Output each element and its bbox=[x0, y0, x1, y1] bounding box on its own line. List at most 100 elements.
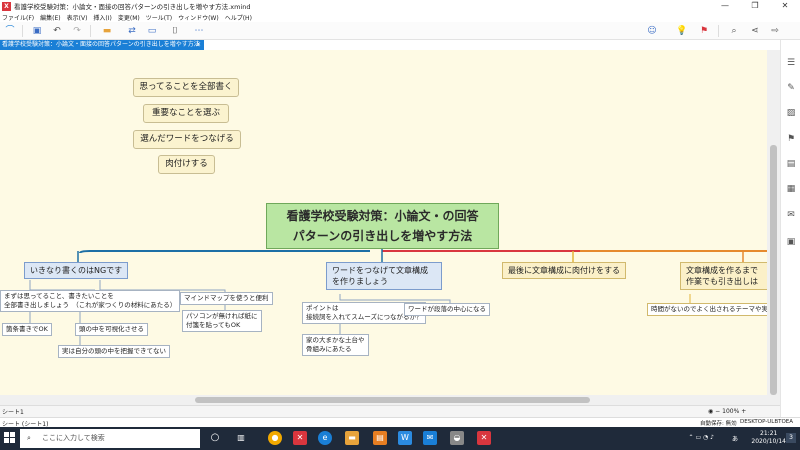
chrome-icon[interactable]: ● bbox=[268, 431, 282, 445]
app-icon-orange[interactable]: ▤ bbox=[373, 431, 387, 445]
branch-topic-flesh-out[interactable]: 最後に文章構成に肉付けをする bbox=[502, 262, 626, 279]
subtopic-bullet-points[interactable]: 箇条書きでOK bbox=[2, 323, 52, 336]
xmind-active-icon[interactable]: ✕ bbox=[477, 431, 491, 445]
subtopic-mindmap-convenient[interactable]: マインドマップを使うと便利 bbox=[180, 292, 273, 305]
tray-icons[interactable]: ⌃ ▭ ◔ ♪ bbox=[689, 434, 714, 441]
flag-icon[interactable]: ⚑ bbox=[697, 24, 711, 38]
boundary-icon[interactable]: ▭ bbox=[145, 24, 159, 38]
subtopic-line1: まずは思ってること、書きたいことを bbox=[4, 292, 114, 300]
menu-insert[interactable]: 挿入(I) bbox=[93, 13, 111, 22]
computer-name: DESKTOP-ULBTOEA bbox=[740, 419, 794, 425]
relationship-icon[interactable]: ⇄ bbox=[125, 24, 139, 38]
clock-date: 2020/10/14 bbox=[751, 438, 786, 445]
subtopic-visualize[interactable]: 頭の中を可視化させる bbox=[75, 323, 148, 336]
menu-view[interactable]: 表示(V) bbox=[67, 13, 88, 22]
notification-badge[interactable]: 3 bbox=[786, 433, 796, 443]
toolbar: ⌒ ▣ ↶ ↷ ▬ ⇄ ▭ ⌷ ⋯ ☺ 💡 ⚑ ⌕ ⋖ ⇨ bbox=[0, 22, 800, 40]
floating-topic[interactable]: 選んだワードをつなげる bbox=[133, 130, 241, 149]
marker-icon[interactable]: ☺ bbox=[645, 24, 659, 38]
format-icon[interactable]: ✎ bbox=[785, 82, 797, 94]
taskbar-search[interactable]: ⌕ ここに入力して検索 bbox=[20, 429, 200, 448]
subtopic-foundation[interactable]: 家の大まかな土台や 骨組みにあたる bbox=[302, 334, 369, 356]
branch-topic-until-structure[interactable]: 文章構成を作るまで 作業でも引き出しは bbox=[680, 262, 767, 290]
clock-time: 21:21 bbox=[760, 430, 778, 437]
mindmap-icon[interactable]: ⌒ bbox=[3, 24, 17, 38]
tab-strip: 看護学校受験対策：小論文・面接の回答パターンの引き出しを増やす方法 ✕ bbox=[0, 40, 780, 50]
branch-label-line1: ワードをつなげて文章構成 bbox=[332, 266, 428, 275]
central-topic[interactable]: 看護学校受験対策：小論文・の回答 パターンの引き出しを増やす方法 bbox=[266, 203, 499, 249]
subtopic-line1: 家の大まかな土台や bbox=[306, 336, 365, 344]
title-bar: X 看護学校受験対策：小論文・面接の回答パターンの引き出しを増やす方法.xmin… bbox=[0, 0, 800, 12]
right-panel: ☰ ✎ ▨ ⚑ ▤ ▦ ✉ ▣ bbox=[780, 40, 800, 417]
zoom-out-button[interactable]: − bbox=[715, 408, 720, 415]
folder-icon[interactable]: ▬ bbox=[100, 24, 114, 38]
ime-indicator[interactable]: あ bbox=[732, 434, 738, 443]
undo-icon[interactable]: ↶ bbox=[50, 24, 64, 38]
sheet-tab[interactable]: シート1 bbox=[2, 407, 24, 416]
mindmap-canvas[interactable]: 思ってることを全部書く 重要なことを選ぶ 選んだワードをつなげる 肉付けする 看… bbox=[0, 50, 767, 395]
status-bar: シート1 ◉ − 100% + bbox=[0, 405, 780, 417]
subtopic-line1: パソコンが無ければ紙に bbox=[186, 312, 258, 320]
redo-icon[interactable]: ↷ bbox=[70, 24, 84, 38]
xmind-taskbar-icon[interactable]: ✕ bbox=[293, 431, 307, 445]
minimize-button[interactable]: — bbox=[710, 0, 740, 12]
menu-edit[interactable]: 編集(E) bbox=[40, 13, 60, 22]
zoom-in-button[interactable]: + bbox=[741, 408, 746, 415]
export-icon[interactable]: ⇨ bbox=[768, 24, 782, 38]
task-view-icon[interactable]: ▥ bbox=[234, 431, 248, 445]
app-icon-blue[interactable]: W bbox=[398, 431, 412, 445]
menu-window[interactable]: ウィンドウ(W) bbox=[178, 13, 219, 22]
comment-icon[interactable]: ✉ bbox=[785, 209, 797, 221]
close-window-button[interactable]: ✕ bbox=[770, 0, 800, 12]
app-icon-grey[interactable]: ◒ bbox=[450, 431, 464, 445]
branch-topic-no-sudden-writing[interactable]: いきなり書くのはNGです bbox=[24, 262, 129, 279]
zoom-icon[interactable]: ⌕ bbox=[727, 24, 741, 38]
auto-save-status[interactable]: 自動保存: 無効 bbox=[700, 419, 737, 427]
share-icon[interactable]: ⋖ bbox=[748, 24, 762, 38]
toolbar-separator bbox=[90, 25, 91, 37]
horizontal-scroll-thumb[interactable] bbox=[195, 397, 590, 403]
subtopic-sticky-notes[interactable]: パソコンが無ければ紙に 付箋を貼ってもOK bbox=[182, 310, 262, 332]
notes-icon[interactable]: ▦ bbox=[785, 183, 797, 195]
edge-icon[interactable]: e bbox=[318, 431, 332, 445]
branch-topic-connect-words[interactable]: ワードをつなげて文章構成 を作りましょう bbox=[326, 262, 442, 290]
subtopic-word-center[interactable]: ワードが段落の中心になる bbox=[404, 303, 490, 316]
maximize-button[interactable]: ❐ bbox=[740, 0, 770, 12]
toolbar-separator bbox=[718, 25, 719, 37]
image-icon[interactable]: ▨ bbox=[785, 107, 797, 119]
marker-panel-icon[interactable]: ⚑ bbox=[785, 133, 797, 145]
subtopic-write-everything[interactable]: まずは思ってること、書きたいことを 全部書き出しましょう （これが家つくりの材料… bbox=[0, 290, 181, 312]
idea-icon[interactable]: 💡 bbox=[675, 24, 689, 38]
save-icon[interactable]: ▣ bbox=[30, 24, 44, 38]
subtopic-cannot-grasp[interactable]: 実は自分の頭の中を把握できてない bbox=[58, 345, 170, 358]
windows-start-icon[interactable] bbox=[4, 432, 16, 444]
vertical-scrollbar[interactable] bbox=[767, 50, 780, 395]
tab-label: 看護学校受験対策：小論文・面接の回答パターンの引き出しを増やす方法 bbox=[2, 41, 200, 48]
menu-tools[interactable]: ツール(T) bbox=[146, 13, 172, 22]
subtopic-no-time[interactable]: 時間がないのでよく出されるテーマや実 bbox=[647, 303, 767, 316]
eye-icon[interactable]: ◉ bbox=[708, 408, 713, 415]
outline-icon[interactable]: ☰ bbox=[785, 57, 797, 69]
zoom-level: 100% bbox=[722, 408, 740, 415]
menu-file[interactable]: ファイル(F) bbox=[2, 13, 34, 22]
menu-help[interactable]: ヘルプ(H) bbox=[225, 13, 252, 22]
subtopic-line2: 付箋を貼ってもOK bbox=[186, 321, 241, 329]
vertical-scroll-thumb[interactable] bbox=[770, 145, 777, 395]
task-icon[interactable]: ▣ bbox=[785, 236, 797, 248]
floating-topic[interactable]: 重要なことを選ぶ bbox=[143, 104, 229, 123]
menu-modify[interactable]: 変更(M) bbox=[118, 13, 140, 22]
cortana-icon[interactable]: ○ bbox=[208, 431, 222, 445]
floating-topic[interactable]: 肉付けする bbox=[158, 155, 215, 174]
tab-document[interactable]: 看護学校受験対策：小論文・面接の回答パターンの引き出しを増やす方法 ✕ bbox=[0, 40, 204, 50]
floating-topic[interactable]: 思ってることを全部書く bbox=[133, 78, 239, 97]
mail-icon[interactable]: ✉ bbox=[423, 431, 437, 445]
file-explorer-icon[interactable]: ▬ bbox=[345, 431, 359, 445]
more-icon[interactable]: ⋯ bbox=[192, 24, 206, 38]
taskbar-clock[interactable]: 21:21 2020/10/14 bbox=[751, 430, 786, 446]
window-title: 看護学校受験対策：小論文・面接の回答パターンの引き出しを増やす方法.xmind bbox=[14, 3, 251, 11]
horizontal-scrollbar[interactable] bbox=[0, 395, 780, 405]
close-tab-icon[interactable]: ✕ bbox=[196, 40, 201, 50]
summary-icon[interactable]: ⌷ bbox=[168, 24, 182, 38]
style-icon[interactable]: ▤ bbox=[785, 158, 797, 170]
search-icon: ⌕ bbox=[27, 434, 31, 442]
